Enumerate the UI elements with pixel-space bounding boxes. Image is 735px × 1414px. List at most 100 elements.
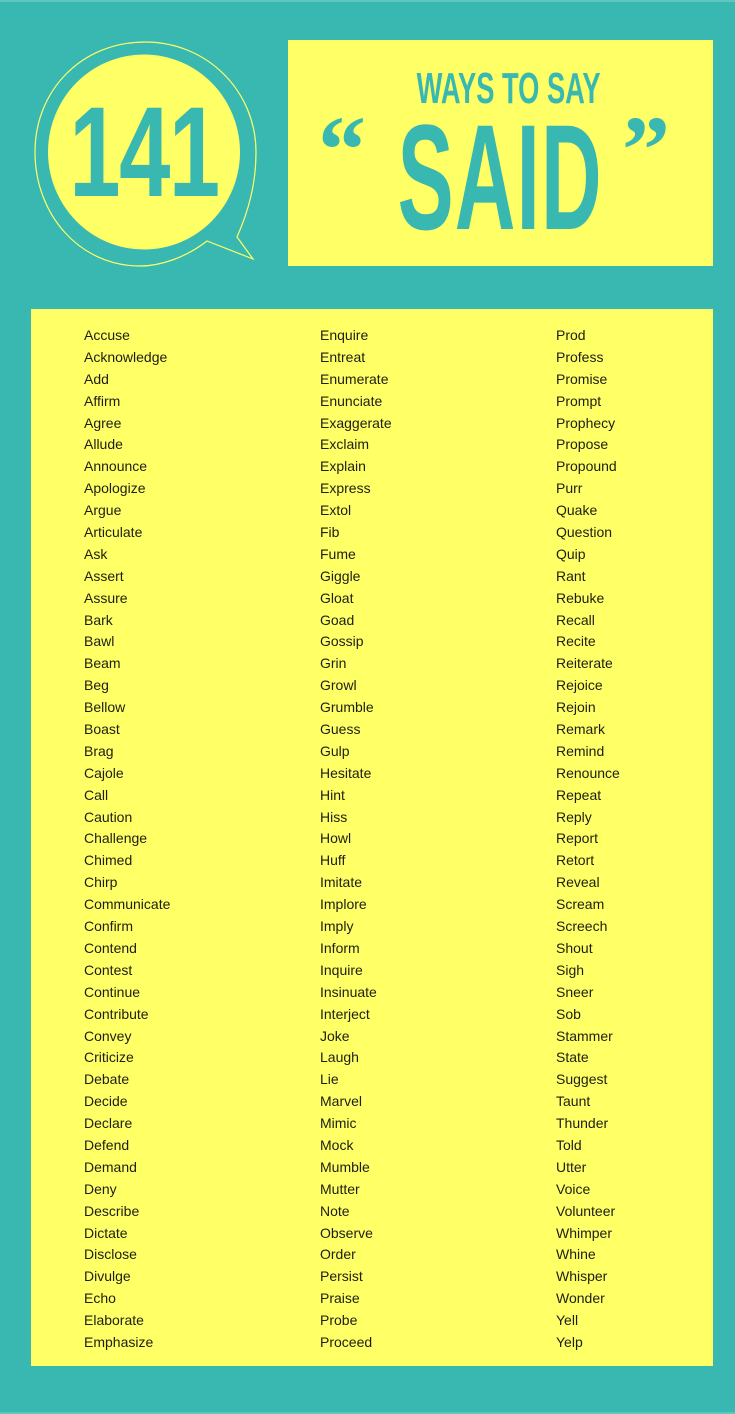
word-item: Whine — [556, 1246, 596, 1263]
word-item: Beam — [84, 655, 121, 672]
word-item: Order — [320, 1246, 356, 1263]
word-item: Argue — [84, 502, 122, 519]
word-column-3: Prod Profess Promise Prompt Prophecy Propose P… — [556, 325, 620, 1354]
word-item: Implore — [320, 896, 367, 913]
close-quote-icon: ” — [622, 96, 670, 203]
word-item: Marvel — [320, 1093, 363, 1110]
word-item: Insinuate — [320, 983, 377, 1000]
word-item: Reply — [556, 808, 592, 825]
word-item: Express — [320, 480, 371, 497]
word-item: Stammer — [556, 1027, 613, 1044]
word-item: Fume — [320, 545, 356, 562]
word-item: Remark — [556, 721, 606, 738]
word-item: Mutter — [320, 1180, 360, 1197]
word-item: Quip — [556, 545, 586, 562]
word-column-1: Accuse Acknowledge Add Affirm Agree Allude Ann… — [84, 325, 170, 1354]
word-item: Defend — [84, 1136, 130, 1153]
word-item: Deny — [84, 1180, 117, 1197]
word-item: Enumerate — [320, 370, 389, 387]
word-item: Taunt — [556, 1093, 591, 1110]
speech-bubble: 141 — [0, 0, 290, 290]
word-item: Thunder — [556, 1115, 609, 1132]
word-item: Announce — [84, 458, 148, 475]
word-item: Grumble — [320, 699, 374, 716]
word-item: Convey — [84, 1027, 132, 1044]
word-item: Recall — [556, 611, 595, 628]
word-item: Cajole — [84, 764, 124, 781]
word-item: Brag — [84, 742, 114, 759]
word-item: Grin — [320, 655, 347, 672]
word-item: Confirm — [84, 918, 134, 935]
title-word: SAID — [397, 93, 604, 261]
word-item: Remind — [556, 742, 605, 759]
word-item: Propound — [556, 458, 617, 475]
word-item: Decide — [84, 1093, 128, 1110]
word-item: Add — [84, 370, 109, 387]
word-item: Reveal — [556, 874, 600, 891]
words-panel: Accuse Acknowledge Add Affirm Agree Allude Ann… — [31, 309, 713, 1366]
count-number: 141 — [69, 80, 220, 224]
word-item: Retort — [556, 852, 595, 869]
word-item: Assure — [84, 589, 128, 606]
word-item: Praise — [320, 1290, 360, 1307]
word-item: Report — [556, 830, 599, 847]
word-item: Promise — [556, 370, 608, 387]
word-item: Dictate — [84, 1224, 128, 1241]
word-item: Sneer — [556, 983, 594, 1000]
word-item: Accuse — [84, 327, 130, 343]
word-item: Proceed — [320, 1333, 373, 1350]
word-item: Describe — [84, 1202, 140, 1219]
word-item: Rebuke — [556, 589, 605, 606]
word-item: Persist — [320, 1268, 363, 1285]
word-item: Howl — [320, 830, 352, 847]
word-item: Question — [556, 524, 613, 541]
word-item: Continue — [84, 983, 141, 1000]
word-item: Agree — [84, 414, 122, 431]
word-item: Screech — [556, 918, 608, 935]
word-item: Disclose — [84, 1246, 137, 1263]
word-item: Hesitate — [320, 764, 372, 781]
word-item: Observe — [320, 1224, 373, 1241]
word-item: Ask — [84, 545, 108, 562]
word-item: Scream — [556, 896, 605, 913]
word-item: Propose — [556, 436, 609, 453]
word-item: Laugh — [320, 1049, 359, 1066]
word-item: Mock — [320, 1136, 354, 1153]
word-item: Probe — [320, 1312, 358, 1329]
word-item: Reiterate — [556, 655, 613, 672]
word-item: Exclaim — [320, 436, 370, 453]
word-item: Imply — [320, 918, 354, 935]
word-item: Guess — [320, 721, 361, 738]
word-item: Huff — [320, 852, 346, 869]
word-item: Hint — [320, 786, 345, 803]
word-item: Assert — [84, 567, 124, 584]
word-item: Chimed — [84, 852, 133, 869]
word-item: Enunciate — [320, 392, 383, 409]
word-item: Rejoice — [556, 677, 603, 694]
word-item: Affirm — [84, 392, 121, 409]
word-item: Caution — [84, 808, 133, 825]
word-item: Suggest — [556, 1071, 608, 1088]
word-item: Yelp — [556, 1333, 583, 1350]
word-item: Call — [84, 786, 109, 803]
word-item: Challenge — [84, 830, 148, 847]
word-item: Whimper — [556, 1224, 613, 1241]
word-item: Allude — [84, 436, 123, 453]
word-item: Demand — [84, 1158, 137, 1175]
word-item: Interject — [320, 1005, 370, 1022]
word-item: Imitate — [320, 874, 363, 891]
word-item: Gulp — [320, 742, 350, 759]
word-item: Shout — [556, 939, 593, 956]
word-item: Hiss — [320, 808, 348, 825]
word-item: Note — [320, 1202, 350, 1219]
word-item: Explain — [320, 458, 366, 475]
word-item: Echo — [84, 1290, 116, 1307]
word-item: Apologize — [84, 480, 146, 497]
word-item: Enquire — [320, 327, 369, 343]
word-item: Told — [556, 1136, 582, 1153]
word-item: Quake — [556, 502, 598, 519]
word-item: Repeat — [556, 786, 602, 803]
word-item: Growl — [320, 677, 357, 694]
word-item: Rant — [556, 567, 586, 584]
word-item: Goad — [320, 611, 355, 628]
